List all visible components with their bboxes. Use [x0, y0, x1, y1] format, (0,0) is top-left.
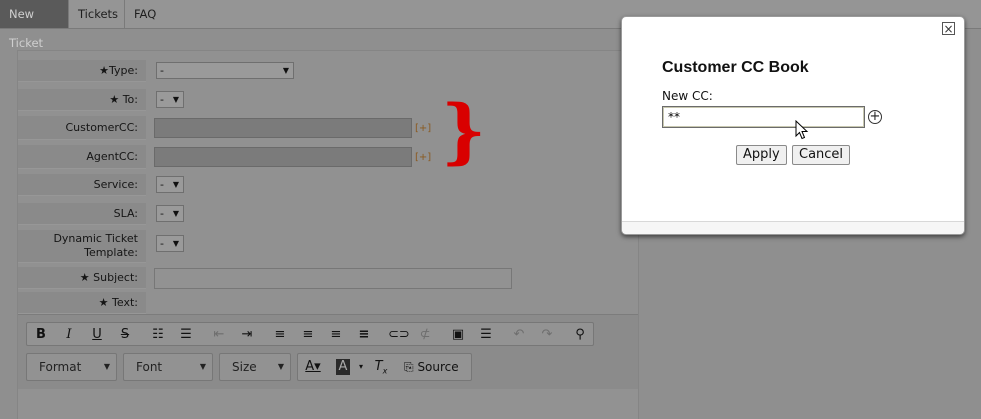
add-cc-icon[interactable]: +: [868, 110, 882, 124]
to-select[interactable]: - ▼: [156, 91, 184, 108]
template-select[interactable]: - ▼: [156, 235, 184, 252]
new-cc-label: New CC:: [662, 89, 713, 103]
tab-tickets[interactable]: Tickets: [69, 0, 125, 28]
undo-icon[interactable]: ↶: [510, 327, 528, 343]
outdent-icon[interactable]: ⇤: [210, 327, 228, 343]
tab-faq[interactable]: FAQ: [125, 0, 167, 28]
required-star: ★: [109, 93, 120, 106]
editor-toolbar-row-2: A▾ A ▾ Tx ⎘ Source: [297, 353, 472, 381]
redo-icon[interactable]: ↷: [538, 327, 556, 343]
size-dropdown[interactable]: Size ▼: [219, 353, 291, 381]
dropdown-arrow-icon: ▼: [172, 95, 179, 104]
numbered-list-icon[interactable]: ☷: [149, 327, 167, 343]
format-dropdown[interactable]: Format ▼: [26, 353, 117, 381]
underline-icon[interactable]: U: [88, 327, 106, 343]
sla-label: SLA:: [18, 203, 146, 225]
agentcc-add-link[interactable]: [+]: [415, 152, 431, 163]
customer-cc-book-dialog: × Customer CC Book New CC: + Apply Cance…: [621, 16, 965, 235]
tab-new-ticket[interactable]: New Ticket: [0, 0, 69, 50]
align-right-icon[interactable]: ≡: [327, 327, 345, 343]
dropdown-arrow-icon: ▼: [172, 239, 179, 248]
template-label: Dynamic Ticket Template:: [18, 230, 146, 263]
apply-button[interactable]: Apply: [736, 145, 787, 165]
agentcc-label: AgentCC:: [18, 145, 146, 169]
editor-content-area[interactable]: [18, 389, 638, 419]
agentcc-input[interactable]: [154, 147, 412, 167]
source-button[interactable]: ⎘ Source: [404, 359, 466, 375]
italic-icon[interactable]: I: [60, 327, 78, 343]
dialog-footer: [622, 221, 964, 234]
dropdown-arrow-icon: ▼: [199, 362, 206, 371]
subject-input[interactable]: [154, 268, 512, 289]
background-color-icon[interactable]: A: [336, 359, 350, 375]
remove-format-icon[interactable]: Tx: [372, 359, 390, 376]
required-star: ★: [79, 271, 90, 284]
to-label: ★ To:: [18, 89, 146, 111]
customercc-label: CustomerCC:: [18, 116, 146, 140]
required-star: ★: [98, 296, 109, 309]
strikethrough-icon[interactable]: S: [116, 327, 134, 343]
text-label: ★ Text:: [18, 292, 146, 314]
type-select[interactable]: - ▼: [156, 62, 294, 79]
dropdown-arrow-icon: ▼: [172, 209, 179, 218]
mouse-pointer-icon: [795, 120, 809, 140]
subject-label: ★ Subject:: [18, 267, 146, 289]
horizontal-rule-icon[interactable]: ☰: [477, 327, 495, 343]
required-star: ★: [99, 64, 110, 77]
type-label: ★Type:: [18, 60, 146, 82]
dropdown-arrow-icon: ▼: [277, 362, 284, 371]
service-label: Service:: [18, 174, 146, 196]
new-cc-input[interactable]: [662, 106, 865, 128]
bulleted-list-icon[interactable]: ☰: [177, 327, 195, 343]
dropdown-arrow-icon[interactable]: ▾: [352, 359, 370, 375]
dropdown-arrow-icon: ▼: [282, 66, 289, 75]
image-icon[interactable]: ▣: [449, 327, 467, 343]
indent-icon[interactable]: ⇥: [238, 327, 256, 343]
customercc-add-link[interactable]: [+]: [415, 123, 431, 134]
unlink-icon[interactable]: ⊄: [416, 327, 434, 343]
justify-icon[interactable]: ≡: [355, 327, 373, 343]
editor-toolbar-row-1: B I U S ☷ ☰ ⇤ ⇥ ≡ ≡ ≡ ≡ ⊂⊃ ⊄ ▣ ☰ ↶ ↷ ⚲: [26, 322, 594, 346]
dialog-title: Customer CC Book: [662, 59, 809, 76]
bold-icon[interactable]: B: [32, 327, 50, 343]
service-select[interactable]: - ▼: [156, 176, 184, 193]
sla-select[interactable]: - ▼: [156, 205, 184, 222]
link-icon[interactable]: ⊂⊃: [388, 327, 410, 343]
dropdown-arrow-icon: ▼: [103, 362, 110, 371]
find-icon[interactable]: ⚲: [571, 327, 589, 343]
dropdown-arrow-icon: ▼: [172, 180, 179, 189]
cancel-button[interactable]: Cancel: [792, 145, 851, 165]
source-icon: ⎘: [404, 360, 414, 374]
customercc-input[interactable]: [154, 118, 412, 138]
align-left-icon[interactable]: ≡: [271, 327, 289, 343]
align-center-icon[interactable]: ≡: [299, 327, 317, 343]
close-icon[interactable]: ×: [942, 22, 955, 35]
font-dropdown[interactable]: Font ▼: [123, 353, 213, 381]
text-color-icon[interactable]: A▾: [304, 359, 322, 375]
annotation-brace: }: [441, 89, 487, 172]
